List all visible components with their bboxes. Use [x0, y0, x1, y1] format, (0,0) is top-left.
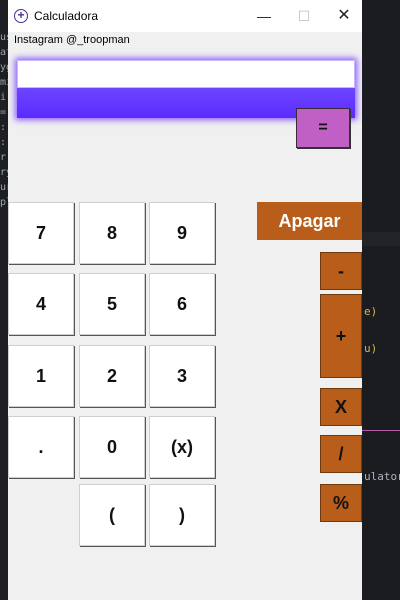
key-7[interactable]: 7 — [8, 202, 74, 264]
plus-button[interactable]: + — [320, 294, 362, 378]
app-plus-icon: + — [14, 9, 28, 23]
background-editor-right: e) u) ulator — [362, 0, 400, 600]
key-open-paren[interactable]: ( — [79, 484, 145, 546]
clear-button[interactable]: Apagar — [257, 202, 362, 240]
key-close-paren[interactable]: ) — [149, 484, 215, 546]
background-code-line: u) — [364, 342, 378, 355]
divide-button[interactable]: / — [320, 435, 362, 473]
calculator-window: + Calculadora — ☐ ✕ Instagram @_troopman… — [8, 0, 362, 600]
key-8[interactable]: 8 — [79, 202, 145, 264]
multiply-button[interactable]: X — [320, 388, 362, 426]
key-x-variable[interactable]: (x) — [149, 416, 215, 478]
equals-button[interactable]: = — [296, 108, 350, 148]
key-4[interactable]: 4 — [8, 273, 74, 335]
percent-button[interactable]: % — [320, 484, 362, 522]
key-6[interactable]: 6 — [149, 273, 215, 335]
subtitle-label: Instagram @_troopman — [14, 34, 130, 46]
minus-button[interactable]: - — [320, 252, 362, 290]
key-2[interactable]: 2 — [79, 345, 145, 407]
minimize-button[interactable]: — — [244, 0, 284, 32]
maximize-button[interactable]: ☐ — [284, 0, 324, 32]
key-dot[interactable]: . — [8, 416, 74, 478]
title-bar: + Calculadora — ☐ ✕ — [8, 0, 362, 32]
background-code-line: e) — [364, 305, 378, 318]
display-input[interactable] — [17, 60, 355, 88]
key-0[interactable]: 0 — [79, 416, 145, 478]
window-title: Calculadora — [34, 9, 99, 23]
key-3[interactable]: 3 — [149, 345, 215, 407]
key-1[interactable]: 1 — [8, 345, 74, 407]
background-code-line: ulator — [364, 470, 400, 483]
key-5[interactable]: 5 — [79, 273, 145, 335]
key-9[interactable]: 9 — [149, 202, 215, 264]
close-button[interactable]: ✕ — [324, 0, 364, 32]
